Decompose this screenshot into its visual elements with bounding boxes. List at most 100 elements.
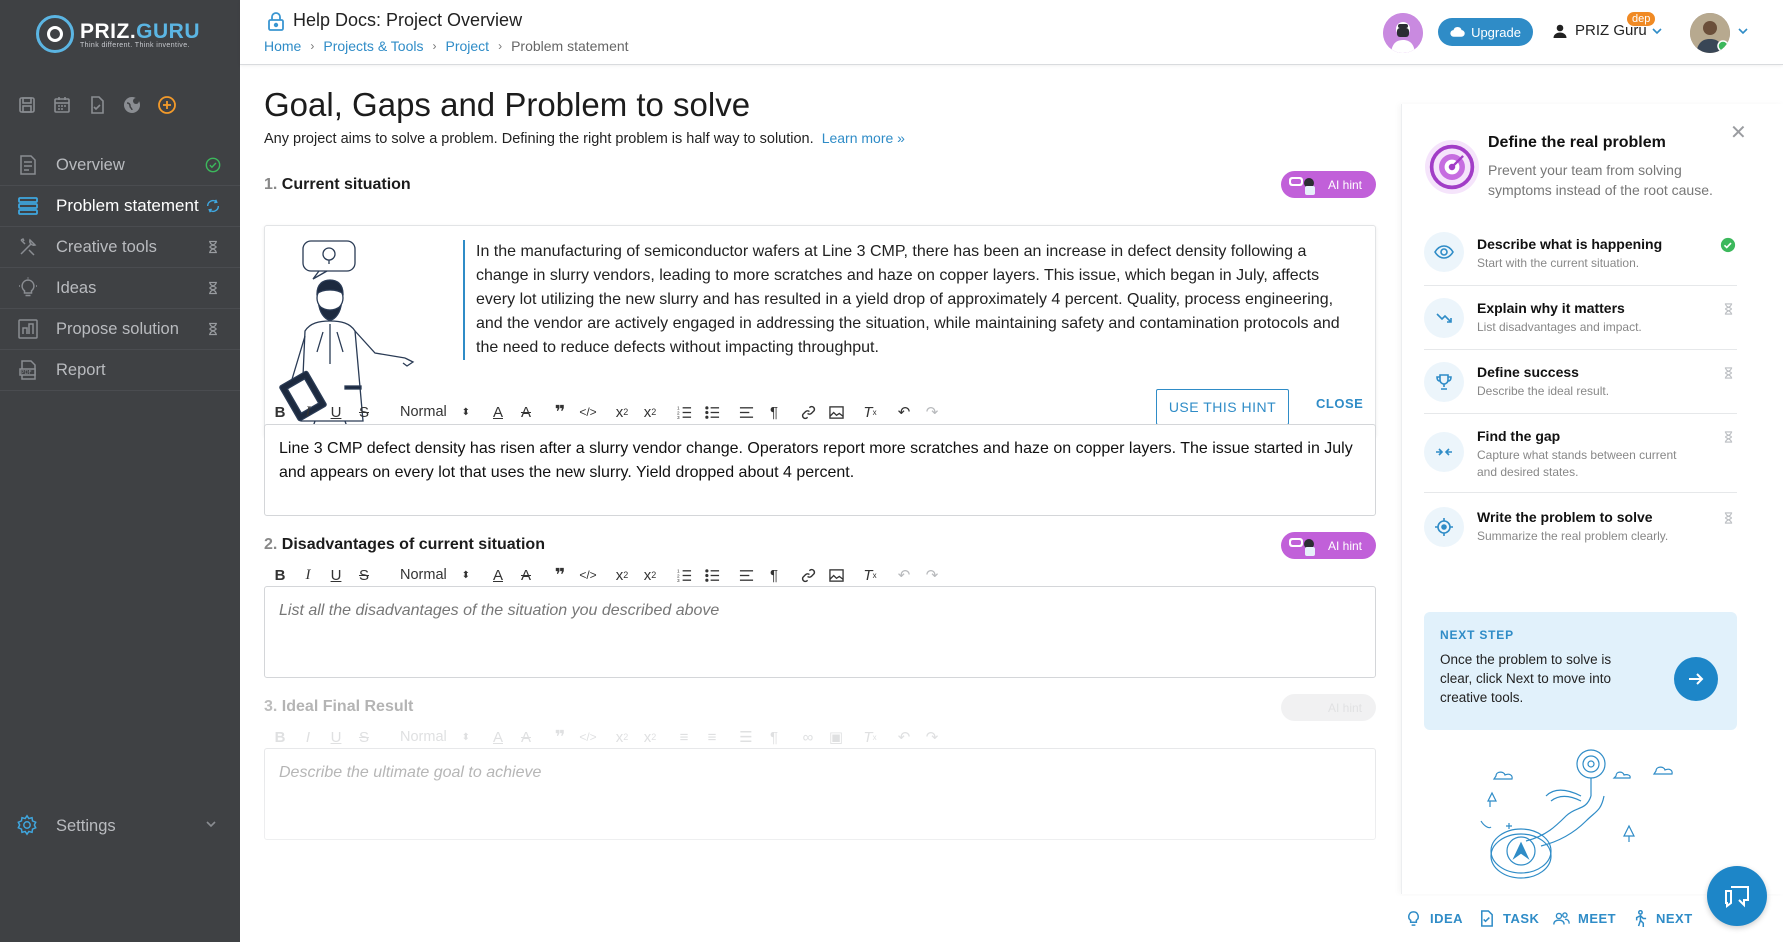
text-direction-button[interactable]: ¶: [760, 729, 788, 746]
ai-hint-button[interactable]: AI hint: [1281, 532, 1376, 559]
globe-icon[interactable]: [121, 94, 143, 116]
superscript-button[interactable]: x2: [636, 404, 664, 421]
clear-format-button[interactable]: Tx: [856, 404, 884, 421]
text-color-button[interactable]: A: [484, 729, 512, 746]
step-define-success[interactable]: Define success Describe the ideal result…: [1424, 350, 1737, 414]
profile-avatar[interactable]: [1690, 13, 1730, 53]
strike-button[interactable]: S: [350, 729, 378, 746]
meet-button[interactable]: MEET: [1553, 910, 1616, 927]
code-button[interactable]: </>: [574, 568, 602, 582]
ordered-list-button[interactable]: 123: [670, 568, 698, 583]
redo-button[interactable]: ↷: [918, 403, 946, 421]
task-button[interactable]: TASK: [1478, 910, 1539, 927]
step-find-gap[interactable]: Find the gap Capture what stands between…: [1424, 414, 1737, 493]
link-button[interactable]: [794, 568, 822, 583]
link-button[interactable]: [794, 405, 822, 420]
close-hint-button[interactable]: CLOSE: [1316, 396, 1363, 411]
sidebar-item-overview[interactable]: Overview: [0, 145, 240, 186]
subscript-button[interactable]: x2: [608, 404, 636, 421]
step-write-problem[interactable]: Write the problem to solve Summarize the…: [1424, 493, 1737, 557]
sidebar-item-ideas[interactable]: Ideas: [0, 268, 240, 309]
blockquote-button[interactable]: ❞: [546, 402, 574, 423]
underline-button[interactable]: U: [322, 729, 350, 746]
breadcrumb-home[interactable]: Home: [264, 38, 301, 54]
blockquote-button[interactable]: ❞: [546, 727, 574, 748]
bullet-list-button[interactable]: ≡: [698, 729, 726, 746]
redo-button[interactable]: ↷: [918, 728, 946, 746]
add-icon[interactable]: [156, 94, 178, 116]
format-select[interactable]: Normal ⬍: [386, 729, 476, 745]
bold-button[interactable]: B: [266, 729, 294, 746]
ordered-list-button[interactable]: ≡: [670, 729, 698, 746]
chevron-down-icon[interactable]: [1650, 24, 1664, 43]
ideal-final-result-editor[interactable]: Describe the ultimate goal to achieve: [264, 748, 1376, 840]
text-direction-button[interactable]: ¶: [760, 404, 788, 421]
bullet-list-button[interactable]: [698, 568, 726, 583]
code-button[interactable]: </>: [574, 405, 602, 419]
clear-format-button[interactable]: Tx: [856, 567, 884, 584]
ai-hint-button[interactable]: AI hint: [1281, 171, 1376, 198]
sidebar-item-propose-solution[interactable]: Propose solution: [0, 309, 240, 350]
learn-more-link[interactable]: Learn more »: [822, 130, 905, 146]
bullet-list-button[interactable]: [698, 405, 726, 420]
blockquote-button[interactable]: ❞: [546, 565, 574, 586]
app-logo[interactable]: PRIZ.GURU Think different. Think inventi…: [36, 14, 200, 54]
use-this-hint-button[interactable]: USE THIS HINT: [1156, 389, 1289, 425]
superscript-button[interactable]: x2: [636, 567, 664, 584]
strike-button[interactable]: S: [350, 567, 378, 584]
code-button[interactable]: </>: [574, 730, 602, 744]
redo-button[interactable]: ↷: [918, 566, 946, 584]
text-color-button[interactable]: A: [484, 567, 512, 584]
sidebar-item-creative-tools[interactable]: Creative tools: [0, 227, 240, 268]
subscript-button[interactable]: x2: [608, 567, 636, 584]
highlight-button[interactable]: A: [512, 729, 540, 746]
save-icon[interactable]: [16, 94, 38, 116]
calendar-icon[interactable]: [51, 94, 73, 116]
format-select[interactable]: Normal ⬍: [386, 404, 476, 420]
undo-button[interactable]: ↶: [890, 566, 918, 584]
ordered-list-button[interactable]: 123: [670, 405, 698, 420]
step-explain[interactable]: Explain why it matters List disadvantage…: [1424, 286, 1737, 350]
chevron-down-icon[interactable]: [1736, 24, 1750, 43]
subscript-button[interactable]: x2: [608, 729, 636, 746]
align-button[interactable]: [732, 405, 760, 420]
align-button[interactable]: [732, 568, 760, 583]
current-situation-editor[interactable]: Line 3 CMP defect density has risen afte…: [264, 424, 1376, 516]
bold-button[interactable]: B: [266, 567, 294, 584]
sidebar-item-report[interactable]: PDF Report: [0, 350, 240, 391]
image-button[interactable]: [822, 405, 850, 420]
align-button[interactable]: ☰: [732, 728, 760, 746]
breadcrumb-project[interactable]: Project: [445, 38, 489, 54]
link-button[interactable]: ∞: [794, 729, 822, 746]
document-icon[interactable]: [86, 94, 108, 116]
chat-button[interactable]: [1707, 866, 1767, 926]
ai-assistant-avatar[interactable]: [1383, 13, 1423, 53]
highlight-button[interactable]: A: [512, 404, 540, 421]
step-describe[interactable]: Describe what is happening Start with th…: [1424, 222, 1737, 286]
disadvantages-editor[interactable]: List all the disadvantages of the situat…: [264, 586, 1376, 678]
strike-button[interactable]: S: [350, 404, 378, 421]
undo-button[interactable]: ↶: [890, 728, 918, 746]
next-button[interactable]: NEXT: [1631, 910, 1693, 927]
italic-button[interactable]: I: [294, 567, 322, 584]
sidebar-item-problem-statement[interactable]: Problem statement: [0, 186, 240, 227]
close-icon[interactable]: ✕: [1730, 120, 1747, 145]
sidebar-settings[interactable]: Settings: [0, 806, 240, 846]
undo-button[interactable]: ↶: [890, 403, 918, 421]
ai-hint-button[interactable]: AI hint: [1281, 694, 1376, 721]
image-button[interactable]: [822, 568, 850, 583]
italic-button[interactable]: I: [294, 404, 322, 421]
superscript-button[interactable]: x2: [636, 729, 664, 746]
format-select[interactable]: Normal ⬍: [386, 567, 476, 583]
text-direction-button[interactable]: ¶: [760, 567, 788, 584]
italic-button[interactable]: I: [294, 729, 322, 746]
breadcrumb-projects-tools[interactable]: Projects & Tools: [323, 38, 423, 54]
underline-button[interactable]: U: [322, 567, 350, 584]
upgrade-button[interactable]: Upgrade: [1438, 18, 1533, 46]
clear-format-button[interactable]: Tx: [856, 729, 884, 746]
underline-button[interactable]: U: [322, 404, 350, 421]
image-button[interactable]: ▣: [822, 728, 850, 746]
text-color-button[interactable]: A: [484, 404, 512, 421]
next-step-button[interactable]: [1674, 657, 1718, 701]
bold-button[interactable]: B: [266, 404, 294, 421]
